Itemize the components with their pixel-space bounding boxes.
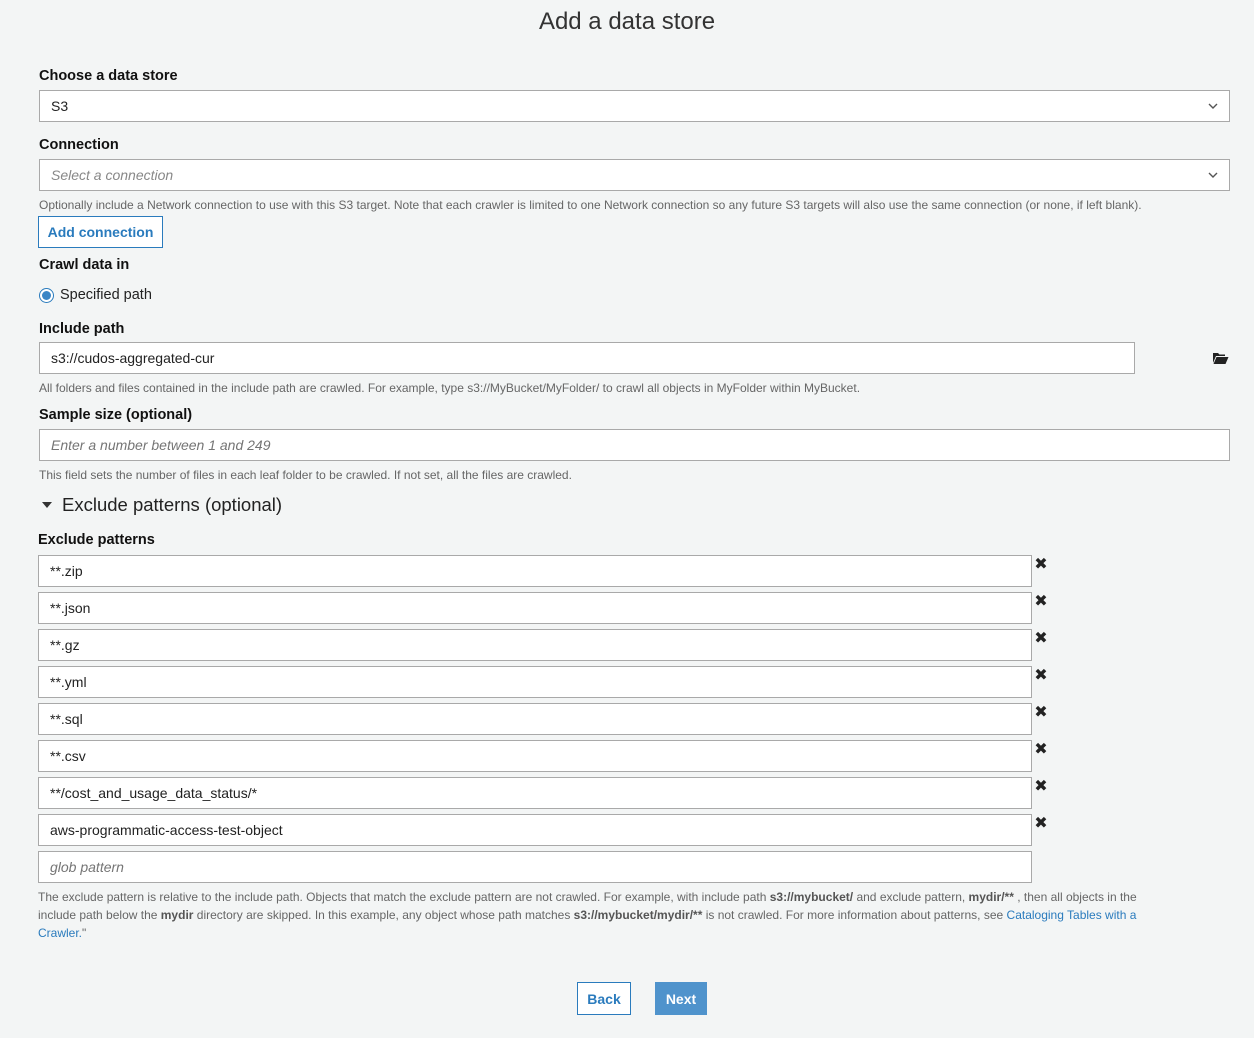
chevron-down-icon xyxy=(1208,172,1218,178)
remove-pattern-icon[interactable]: ✖ xyxy=(1034,816,1048,832)
folder-open-icon[interactable] xyxy=(1212,351,1229,365)
new-exclude-pattern-input[interactable] xyxy=(38,851,1032,883)
sample-size-input[interactable] xyxy=(39,429,1230,461)
exclude-pattern-input[interactable] xyxy=(38,666,1032,698)
include-path-label: Include path xyxy=(39,321,125,337)
include-path-input[interactable] xyxy=(39,342,1135,374)
crawl-label: Crawl data in xyxy=(39,257,130,273)
connection-label: Connection xyxy=(39,137,119,153)
specified-path-option[interactable]: Specified path xyxy=(39,287,152,303)
page-title: Add a data store xyxy=(538,8,716,35)
data-store-label: Choose a data store xyxy=(39,68,178,84)
exclude-patterns-label: Exclude patterns xyxy=(38,532,155,548)
remove-pattern-icon[interactable]: ✖ xyxy=(1034,705,1048,721)
include-path-help: All folders and files contained in the i… xyxy=(39,381,861,395)
remove-pattern-icon[interactable]: ✖ xyxy=(1034,779,1048,795)
chevron-down-icon xyxy=(1208,103,1218,109)
remove-pattern-icon[interactable]: ✖ xyxy=(1034,557,1048,573)
data-store-select[interactable]: S3 xyxy=(39,90,1230,122)
exclude-pattern-input[interactable] xyxy=(38,555,1032,587)
exclude-pattern-input[interactable] xyxy=(38,592,1032,624)
exclude-pattern-input[interactable] xyxy=(38,740,1032,772)
connection-placeholder: Select a connection xyxy=(51,167,174,183)
remove-pattern-icon[interactable]: ✖ xyxy=(1034,631,1048,647)
caret-down-icon xyxy=(42,502,52,508)
exclude-pattern-input[interactable] xyxy=(38,777,1032,809)
sample-size-help: This field sets the number of files in e… xyxy=(39,468,572,482)
exclude-pattern-input[interactable] xyxy=(38,814,1032,846)
remove-pattern-icon[interactable]: ✖ xyxy=(1034,668,1048,684)
exclude-pattern-input[interactable] xyxy=(38,703,1032,735)
exclude-section-title: Exclude patterns (optional) xyxy=(62,494,283,515)
back-button[interactable]: Back xyxy=(577,982,631,1015)
next-button[interactable]: Next xyxy=(655,982,707,1015)
exclude-section-toggle[interactable]: Exclude patterns (optional) xyxy=(42,494,282,516)
add-connection-button[interactable]: Add connection xyxy=(38,216,163,248)
specified-path-label: Specified path xyxy=(60,287,152,303)
sample-size-label: Sample size (optional) xyxy=(39,407,193,423)
remove-pattern-icon[interactable]: ✖ xyxy=(1034,594,1048,610)
remove-pattern-icon[interactable]: ✖ xyxy=(1034,742,1048,758)
exclude-help: The exclude pattern is relative to the i… xyxy=(38,890,1137,940)
connection-help: Optionally include a Network connection … xyxy=(39,198,1142,212)
data-store-value: S3 xyxy=(51,98,69,114)
exclude-pattern-input[interactable] xyxy=(38,629,1032,661)
specified-path-radio[interactable] xyxy=(39,287,54,303)
connection-select[interactable]: Select a connection xyxy=(39,159,1230,191)
